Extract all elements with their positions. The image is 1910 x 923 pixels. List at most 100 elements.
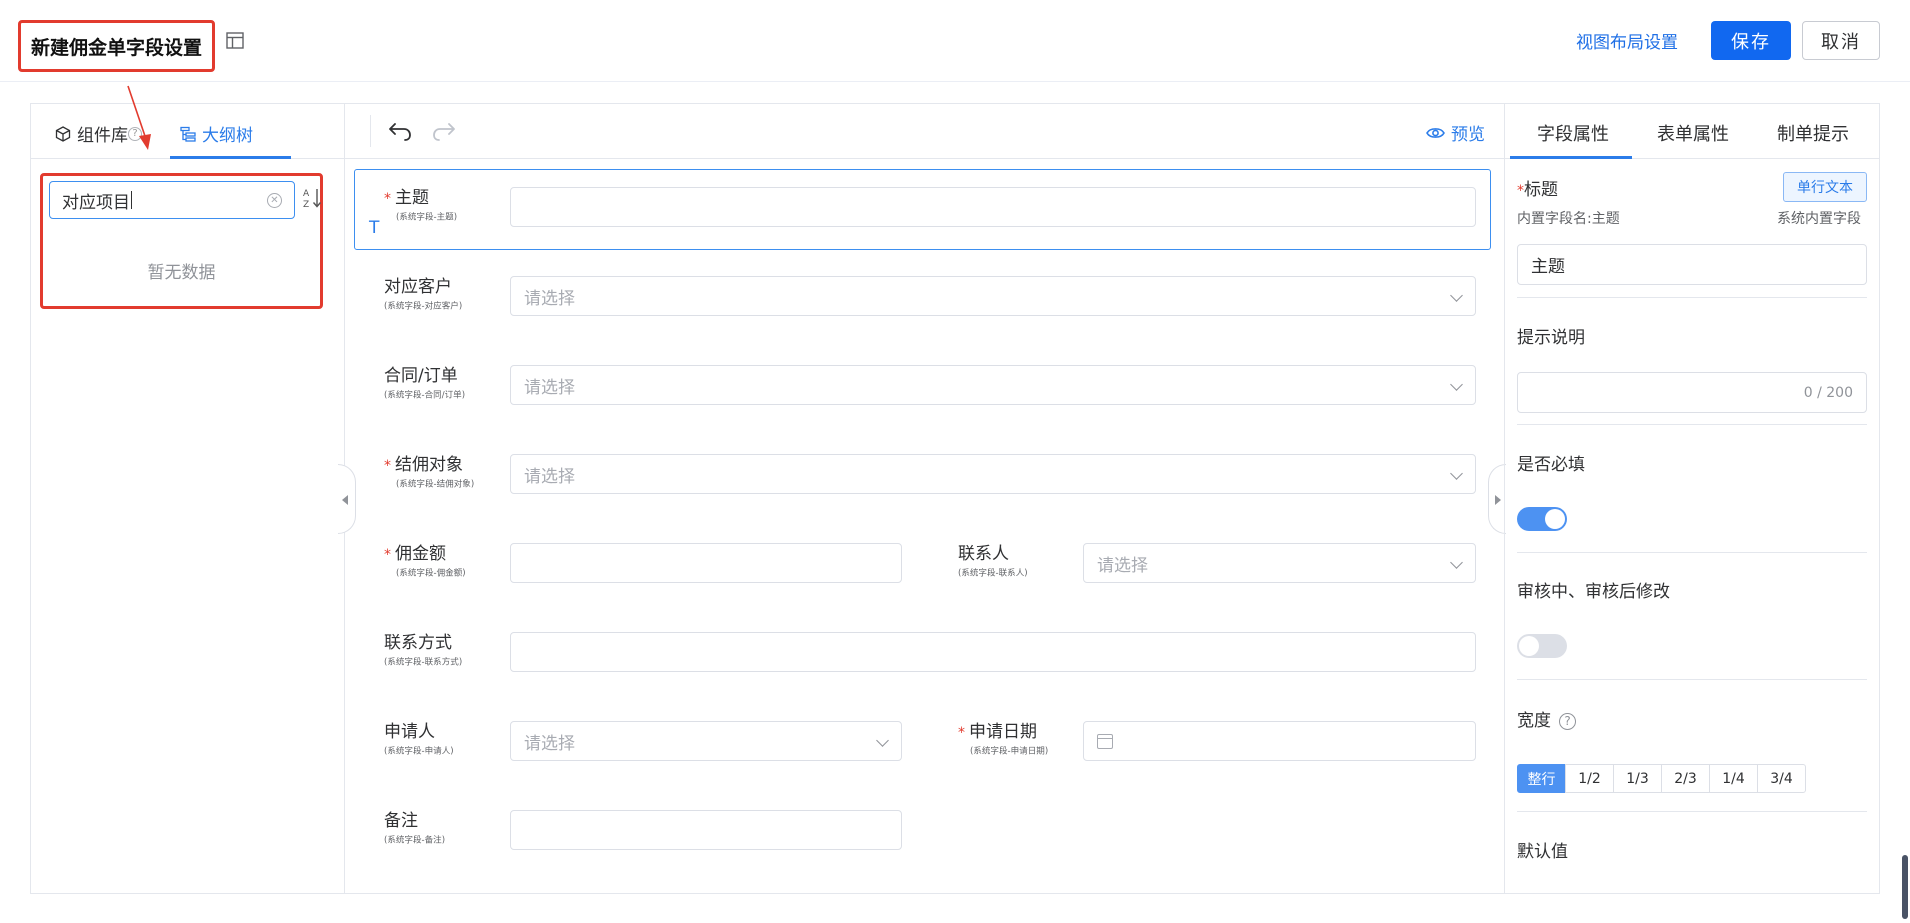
question-icon[interactable]: ? bbox=[1559, 712, 1576, 730]
default-value-label: 默认值 bbox=[1517, 842, 1568, 862]
tab-outline-label: 大纲树 bbox=[202, 126, 253, 146]
calendar-icon bbox=[1097, 733, 1113, 749]
width-label: 宽度? bbox=[1517, 706, 1576, 731]
field-sub-contact-info: (系统字段-联系方式) bbox=[384, 657, 463, 668]
field-type-tag: 单行文本 bbox=[1783, 172, 1867, 202]
required-toggle[interactable] bbox=[1517, 507, 1567, 531]
tab-field-properties[interactable]: 字段属性 bbox=[1537, 120, 1609, 146]
width-option-third[interactable]: 1/3 bbox=[1613, 764, 1662, 793]
builtin-field-name: 内置字段名:主题 bbox=[1517, 211, 1620, 227]
char-counter: 0 / 200 bbox=[1803, 384, 1853, 401]
customer-select[interactable]: 请选择 bbox=[510, 276, 1476, 316]
chevron-down-icon bbox=[1450, 378, 1463, 391]
cancel-button[interactable]: 取消 bbox=[1802, 21, 1880, 60]
section-divider bbox=[1517, 424, 1867, 425]
outline-search-input[interactable]: 对应项目 ✕ bbox=[49, 181, 295, 219]
title-input[interactable]: 主题 bbox=[1517, 244, 1867, 285]
eye-icon bbox=[1426, 127, 1445, 138]
field-sub-applicant: (系统字段-申请人) bbox=[384, 746, 454, 757]
required-star: * bbox=[384, 191, 391, 207]
field-label-remark: 备注 bbox=[384, 811, 418, 831]
tab-entry-tips[interactable]: 制单提示 bbox=[1777, 120, 1849, 146]
section-divider bbox=[1517, 297, 1867, 298]
builtin-field-type: 系统内置字段 bbox=[1777, 211, 1861, 227]
required-star: * bbox=[384, 547, 391, 563]
section-divider bbox=[1517, 679, 1867, 680]
text-cursor bbox=[131, 191, 132, 209]
clear-icon[interactable]: ✕ bbox=[267, 193, 282, 208]
toolbar-divider bbox=[370, 115, 371, 147]
search-value: 对应项目 bbox=[62, 192, 130, 213]
commission-amount-input[interactable] bbox=[510, 543, 902, 583]
section-divider bbox=[1517, 552, 1867, 553]
toggle-knob bbox=[1545, 509, 1565, 529]
preview-label: 预览 bbox=[1451, 125, 1485, 145]
title-property-label: *标题 bbox=[1517, 180, 1558, 200]
preview-button[interactable]: 预览 bbox=[1426, 120, 1485, 145]
required-setting-label: 是否必填 bbox=[1517, 455, 1585, 475]
canvas-toolbar: 预览 bbox=[345, 103, 1504, 159]
scrollbar-thumb[interactable] bbox=[1902, 855, 1908, 919]
save-button[interactable]: 保存 bbox=[1711, 21, 1791, 60]
section-divider bbox=[1517, 811, 1867, 812]
svg-text:Z: Z bbox=[303, 200, 309, 210]
field-label-applicant: 申请人 bbox=[384, 722, 435, 742]
contract-select[interactable]: 请选择 bbox=[510, 365, 1476, 405]
field-sub-apply-date: (系统字段-申请日期) bbox=[970, 746, 1049, 757]
field-label-contract: 合同/订单 bbox=[384, 366, 458, 386]
tree-icon bbox=[180, 126, 196, 142]
field-label-contact: 联系人 bbox=[958, 544, 1009, 564]
width-option-half[interactable]: 1/2 bbox=[1565, 764, 1614, 793]
subject-input[interactable] bbox=[510, 187, 1476, 227]
field-label-subject: * 主题 bbox=[384, 188, 429, 208]
redo-icon[interactable] bbox=[431, 119, 457, 143]
edit-after-review-label: 审核中、审核后修改 bbox=[1517, 582, 1670, 602]
chevron-down-icon bbox=[1450, 556, 1463, 569]
text-field-type-icon: T bbox=[369, 218, 380, 238]
layout-toggle-icon[interactable] bbox=[226, 32, 244, 49]
remark-input[interactable] bbox=[510, 810, 902, 850]
view-layout-settings-link[interactable]: 视图布局设置 bbox=[1576, 28, 1678, 53]
width-option-quarter[interactable]: 1/4 bbox=[1709, 764, 1758, 793]
active-tab-indicator bbox=[1510, 156, 1632, 159]
properties-tabs: 字段属性 表单属性 制单提示 bbox=[1505, 103, 1880, 159]
hint-label: 提示说明 bbox=[1517, 328, 1585, 348]
page-title: 新建佣金单字段设置 bbox=[18, 20, 216, 72]
field-sub-contact: (系统字段-联系人) bbox=[958, 568, 1028, 579]
chevron-down-icon bbox=[876, 734, 889, 747]
field-sub-commission-amount: (系统字段-佣金额) bbox=[396, 568, 466, 579]
annotation-arrow bbox=[127, 85, 151, 150]
required-star: * bbox=[384, 458, 391, 474]
width-option-full[interactable]: 整行 bbox=[1517, 764, 1566, 793]
applicant-select[interactable]: 请选择 bbox=[510, 721, 902, 761]
undo-icon[interactable] bbox=[387, 119, 413, 143]
commission-target-select[interactable]: 请选择 bbox=[510, 454, 1476, 494]
edit-after-review-toggle[interactable] bbox=[1517, 634, 1567, 658]
left-panel: 组件库 ? 大纲树 对应项目 ✕ A Z 暂无数据 bbox=[30, 103, 345, 894]
contact-select[interactable]: 请选择 bbox=[1083, 543, 1476, 583]
required-star: * bbox=[1517, 183, 1524, 199]
collapse-left-panel-handle[interactable] bbox=[338, 464, 356, 534]
active-tab-indicator bbox=[170, 156, 291, 159]
required-star: * bbox=[958, 725, 965, 741]
cube-icon bbox=[55, 125, 71, 142]
field-label-commission-amount: * 佣金额 bbox=[384, 544, 446, 564]
page-header: 新建佣金单字段设置 视图布局设置 保存 取消 bbox=[0, 0, 1910, 82]
chevron-down-icon bbox=[1450, 467, 1463, 480]
chevron-down-icon bbox=[1450, 289, 1463, 302]
width-options: 整行 1/2 1/3 2/3 1/4 3/4 bbox=[1517, 764, 1806, 793]
svg-text:A: A bbox=[303, 189, 310, 199]
apply-date-picker[interactable] bbox=[1083, 721, 1476, 761]
field-label-customer: 对应客户 bbox=[384, 277, 452, 297]
sort-az-icon[interactable]: A Z bbox=[303, 186, 323, 210]
tab-outline-tree[interactable]: 大纲树 bbox=[180, 121, 253, 146]
field-sub-customer: (系统字段-对应客户) bbox=[384, 301, 463, 312]
width-option-three-quarters[interactable]: 3/4 bbox=[1757, 764, 1806, 793]
contact-info-input[interactable] bbox=[510, 632, 1476, 672]
field-sub-remark: (系统字段-备注) bbox=[384, 835, 446, 846]
tab-form-properties[interactable]: 表单属性 bbox=[1657, 120, 1729, 146]
width-option-two-thirds[interactable]: 2/3 bbox=[1661, 764, 1710, 793]
field-sub-subject: (系统字段-主题) bbox=[396, 212, 458, 223]
empty-state-text: 暂无数据 bbox=[147, 263, 216, 283]
hint-textarea[interactable]: 0 / 200 bbox=[1517, 372, 1867, 413]
